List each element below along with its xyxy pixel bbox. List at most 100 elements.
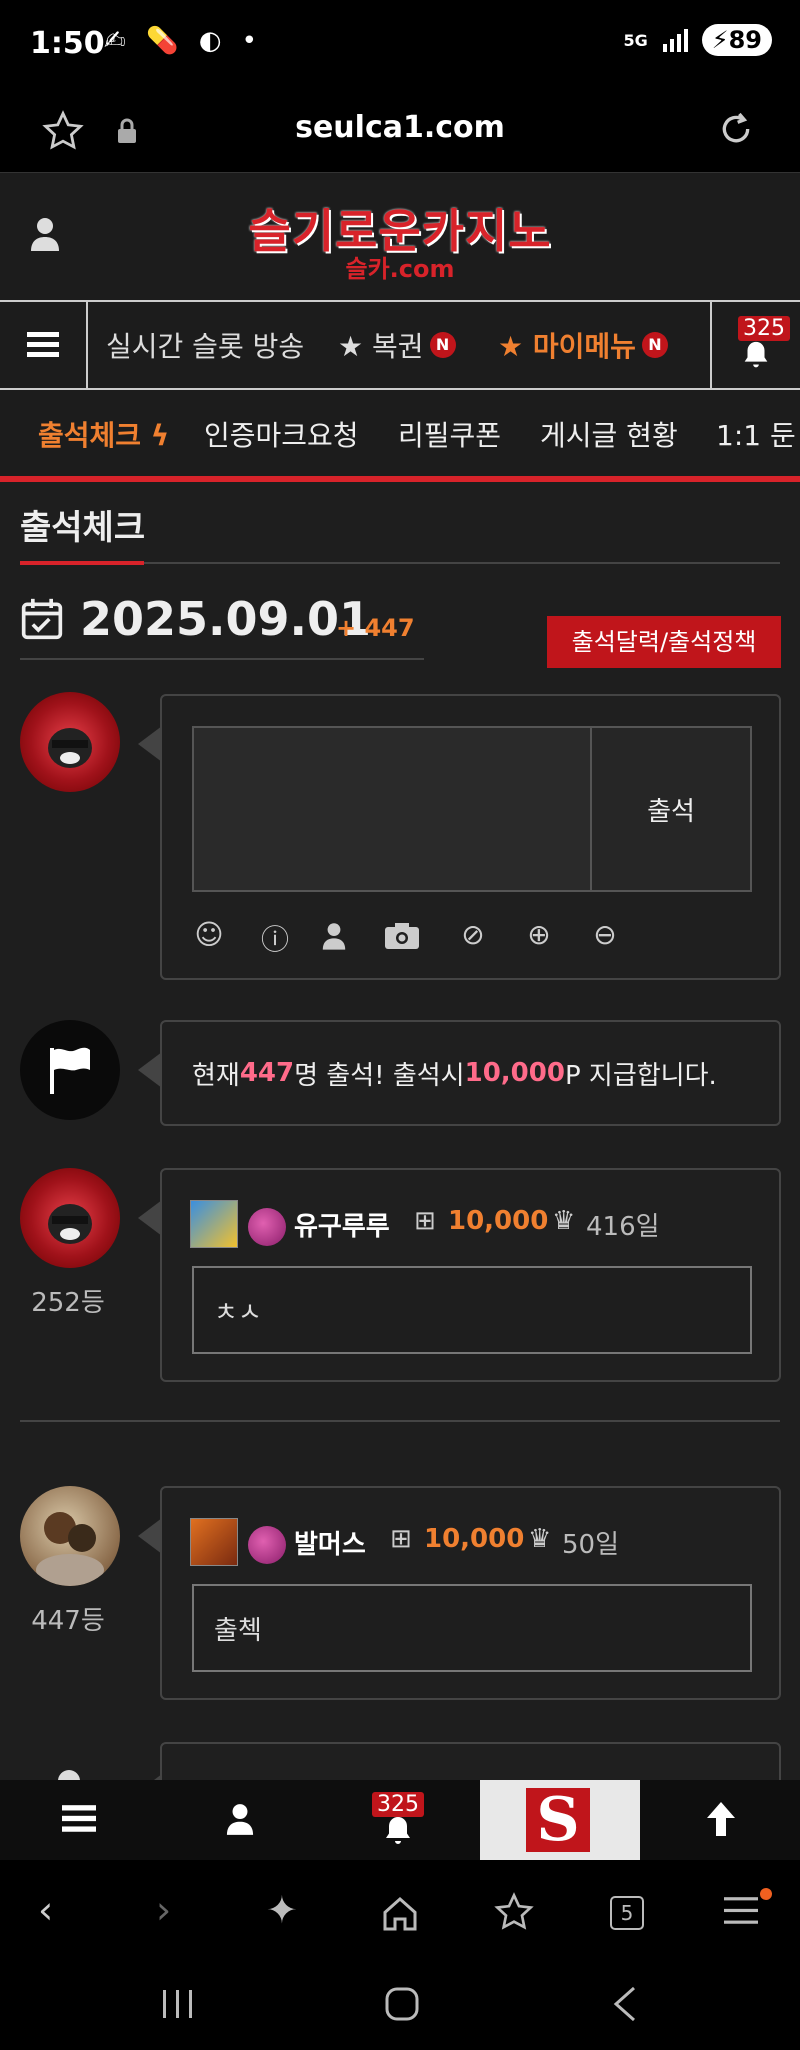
tab-post-status[interactable]: 게시글 현황 — [540, 414, 678, 454]
new-badge: N — [641, 332, 668, 358]
date-divider — [20, 658, 424, 660]
recents-icon[interactable] — [160, 1988, 196, 2020]
menu-button[interactable] — [0, 302, 88, 388]
flag-icon — [50, 1047, 90, 1094]
notification-count-badge: 325 — [738, 316, 790, 341]
tab-attendance[interactable]: 출석체크 ϟ — [38, 414, 169, 454]
username[interactable]: 발머스 — [294, 1524, 366, 1561]
browser-toolbar: ‹ › ✦ 5 — [0, 1860, 800, 1970]
sub-nav: 출석체크 ϟ 인증마크요청 리필쿠폰 게시글 현황 1:1 둔 — [0, 390, 800, 482]
trophy-icon: ♛ — [528, 1524, 552, 1554]
tab-count: 5 — [620, 1901, 634, 1925]
page-title: 출석체크 — [20, 508, 146, 548]
mascot-image — [48, 728, 92, 768]
attendance-comment-input[interactable] — [192, 726, 592, 892]
avatar-photo — [36, 1512, 104, 1586]
bookmarks-icon[interactable] — [494, 1892, 534, 1932]
emoji-icon[interactable]: ☺ — [192, 918, 226, 951]
rank-label: 447등 — [31, 1606, 105, 1636]
comment-text: ㅊㅅ — [192, 1266, 752, 1354]
battery-level: 89 — [728, 26, 762, 54]
attendance-increment: + 447 — [336, 614, 415, 642]
site-emblem[interactable]: S — [480, 1780, 640, 1860]
site-header: 슬기로운카지노 슬카.com — [0, 172, 800, 300]
attend-button[interactable]: 출석 — [590, 726, 752, 892]
attendee-count: 447 — [239, 1058, 295, 1088]
points: 10,000 — [448, 1206, 549, 1236]
avatar — [20, 692, 120, 792]
attendance-days: 50일 — [562, 1530, 620, 1560]
notification-icons: ✍ 💊 ◐ • — [104, 26, 263, 56]
notification-count-badge: 325 — [372, 1792, 424, 1817]
sparkle-icon[interactable]: ✦ — [266, 1888, 298, 1932]
hamburger-icon — [27, 332, 59, 357]
bell-icon — [744, 341, 768, 368]
trophy-icon: ♛ — [552, 1206, 576, 1236]
attendance-notice: 현재 447 명 출석! 출석시 10,000 P 지급합니다. — [138, 1020, 781, 1126]
avatar[interactable] — [20, 1168, 120, 1268]
level-icon — [190, 1200, 238, 1248]
lightning-icon: ϟ — [150, 419, 170, 452]
list-item: 발머스 ⊞ 10,000 ♛ 50일 출첵 — [138, 1486, 781, 1700]
forward-icon[interactable]: › — [156, 1888, 171, 1932]
home-button-icon[interactable] — [384, 1986, 420, 2022]
tab-cert-mark[interactable]: 인증마크요청 — [204, 414, 359, 454]
main-nav: 실시간 슬롯 방송 ★ 복권 N ★ 마이메뉴 N 325 — [0, 300, 800, 390]
status-bar: 1:50 ✍ 💊 ◐ • 5G ⚡89 — [0, 0, 800, 90]
attendance-days: 416일 — [586, 1212, 660, 1242]
system-nav-bar — [0, 1970, 800, 2050]
plus-circle-icon[interactable]: ⊕ — [522, 918, 556, 951]
site-bottom-nav: 325 S — [0, 1780, 800, 1860]
user-icon[interactable] — [226, 1802, 254, 1836]
s-logo-icon: S — [526, 1788, 590, 1852]
badge-orb-icon — [248, 1526, 286, 1564]
attendance-form-card: 출석 ☺ ⓘ ⊘ ⊕ ⊖ — [138, 694, 781, 980]
signal-icon — [662, 29, 688, 52]
browser-menu-icon[interactable] — [724, 1896, 758, 1926]
gift-icon: ⊞ — [390, 1524, 412, 1554]
tabs-button[interactable]: 5 — [610, 1896, 644, 1930]
username[interactable]: 유구루루 — [294, 1206, 390, 1243]
info-icon[interactable]: ⓘ — [258, 918, 292, 958]
network-icon: 5G — [623, 30, 648, 50]
notification-button[interactable]: 325 — [710, 302, 800, 388]
avatar[interactable] — [20, 1486, 120, 1586]
nav-lottery[interactable]: ★ 복권 N — [338, 302, 456, 388]
nav-live-slot[interactable]: 실시간 슬롯 방송 — [106, 302, 304, 388]
compass-icon[interactable]: ⊘ — [456, 918, 490, 951]
reload-icon[interactable] — [716, 108, 756, 150]
title-underline — [20, 561, 144, 565]
gift-icon: ⊞ — [414, 1206, 436, 1236]
camera-icon[interactable] — [384, 922, 420, 950]
calendar-policy-button[interactable]: 출석달력/출석정책 — [547, 616, 781, 668]
status-right: 5G ⚡89 — [623, 24, 772, 56]
tab-refill-coupon[interactable]: 리필쿠폰 — [398, 414, 501, 454]
menu-notification-dot — [760, 1888, 772, 1900]
site-logo-sub: 슬카.com — [345, 255, 455, 283]
level-icon — [190, 1518, 238, 1566]
battery-icon: ⚡89 — [701, 24, 772, 56]
new-badge: N — [429, 332, 456, 358]
list-item: 유구루루 ⊞ 10,000 ♛ 416일 ㅊㅅ — [138, 1168, 781, 1382]
home-icon[interactable] — [380, 1894, 420, 1934]
nav-mymenu[interactable]: ★ 마이메뉴 N — [498, 302, 668, 388]
mascot-image — [48, 1204, 92, 1244]
comment-text: 출첵 — [192, 1584, 752, 1672]
points: 10,000 — [424, 1524, 525, 1554]
browser-url-bar: seulca1.com — [0, 90, 800, 172]
url-text[interactable]: seulca1.com — [0, 110, 800, 145]
system-back-icon[interactable] — [612, 1986, 638, 2022]
user-icon[interactable] — [322, 922, 346, 950]
bell-icon[interactable] — [380, 1814, 416, 1850]
tab-one-on-one[interactable]: 1:1 둔 — [716, 414, 796, 454]
arrow-up-icon[interactable] — [704, 1800, 738, 1838]
minus-circle-icon[interactable]: ⊖ — [588, 918, 622, 951]
divider — [20, 1420, 780, 1422]
status-time: 1:50 — [30, 26, 105, 61]
back-icon[interactable]: ‹ — [38, 1888, 53, 1932]
rank-label: 252등 — [31, 1288, 105, 1318]
badge-orb-icon — [248, 1208, 286, 1246]
hamburger-icon[interactable] — [62, 1804, 96, 1834]
notice-avatar — [20, 1020, 120, 1120]
calendar-check-icon — [21, 598, 63, 640]
